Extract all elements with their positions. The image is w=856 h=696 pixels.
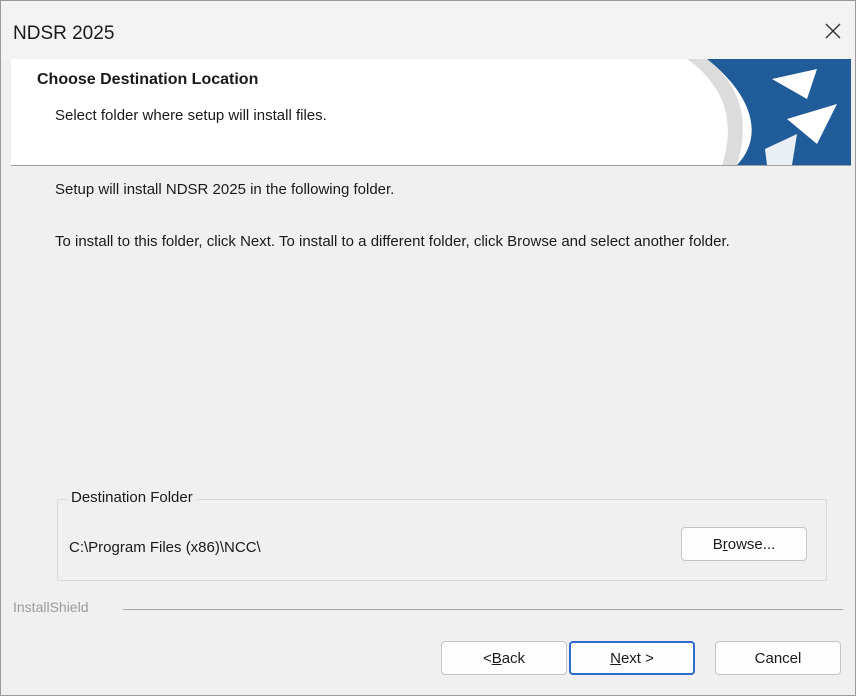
back-button[interactable]: < Back: [441, 641, 567, 675]
instructions-text: To install to this folder, click Next. T…: [55, 233, 730, 250]
next-button[interactable]: Next >: [569, 641, 695, 675]
browse-label-pre: B: [712, 535, 723, 553]
destination-path: C:\Program Files (x86)\NCC\: [69, 539, 261, 556]
back-label-accel: B: [491, 649, 502, 667]
browse-button[interactable]: Br owse...: [681, 527, 807, 561]
page-title: Choose Destination Location: [37, 71, 259, 88]
next-label-accel: N: [610, 649, 621, 667]
back-label-post: ack: [501, 649, 526, 667]
installer-window: NDSR 2025 Choose Destination Location Se…: [0, 0, 856, 696]
page-subtitle: Select folder where setup will install f…: [55, 107, 327, 124]
cancel-button[interactable]: Cancel: [715, 641, 841, 675]
next-label-post: ext >: [620, 649, 654, 667]
close-button[interactable]: [811, 13, 855, 49]
installshield-brand: InstallShield: [13, 599, 89, 615]
footer-divider: [123, 609, 843, 610]
title-bar: NDSR 2025: [1, 1, 855, 59]
close-icon: [825, 23, 841, 39]
installshield-logo-icon: [667, 59, 851, 165]
install-location-text: Setup will install NDSR 2025 in the foll…: [55, 181, 395, 198]
browse-label-post: owse...: [727, 535, 776, 553]
back-label-pre: <: [482, 649, 492, 667]
header-banner: Choose Destination Location Select folde…: [11, 59, 851, 166]
window-title: NDSR 2025: [13, 23, 115, 44]
destination-folder-label: Destination Folder: [67, 489, 197, 506]
